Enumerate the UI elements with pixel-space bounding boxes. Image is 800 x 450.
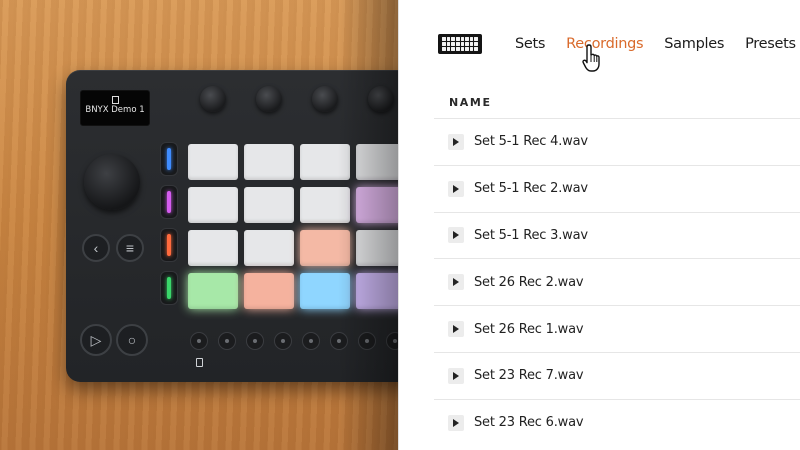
drum-pad [244,187,294,223]
scene-button [160,185,178,219]
nav-samples[interactable]: Samples [664,36,724,54]
recording-filename: Set 5-1 Rec 3.wav [474,227,588,243]
device-screen: BNYX Demo 1 [80,90,150,126]
main-encoder-knob [84,154,140,210]
drum-pad [244,273,294,309]
play-icon[interactable] [448,414,464,431]
recording-row[interactable]: Set 26 Rec 1.wav [434,305,800,352]
recording-row[interactable]: Set 5-1 Rec 4.wav [434,118,800,165]
scene-button [160,228,178,262]
play-icon[interactable] [448,321,464,338]
step-button [190,332,208,350]
step-button [330,332,348,350]
app-panel: Sets Recordings Samples Presets NAME Set… [398,0,800,450]
record-button-icon: ○ [116,324,148,356]
step-button [358,332,376,350]
document-icon [196,358,203,367]
play-icon[interactable] [448,274,464,291]
encoder-knob [200,86,226,112]
drum-pad [188,273,238,309]
drum-pad [300,273,350,309]
recording-filename: Set 23 Rec 6.wav [474,415,584,431]
play-icon[interactable] [448,180,464,197]
step-button [302,332,320,350]
desk-background: BNYX Demo 1 ‹ ≡ ▷ ○ [0,0,466,450]
drum-pad [300,144,350,180]
encoder-knob [256,86,282,112]
step-button [218,332,236,350]
encoder-knob [368,86,394,112]
step-button [274,332,292,350]
scene-button [160,271,178,305]
recording-row[interactable]: Set 23 Rec 6.wav [434,398,800,446]
device-logo-icon[interactable] [438,34,482,54]
drum-pad [244,144,294,180]
recording-filename: Set 5-1 Rec 4.wav [474,134,588,150]
play-icon[interactable] [448,133,464,150]
recording-filename: Set 5-1 Rec 2.wav [474,181,588,197]
recordings-list: Set 5-1 Rec 4.wav Set 5-1 Rec 2.wav Set 5-… [434,118,800,446]
back-button-icon: ‹ [82,234,110,262]
drum-pad [188,144,238,180]
recording-row[interactable]: Set 5-1 Rec 3.wav [434,211,800,259]
nav-sets[interactable]: Sets [515,36,545,54]
document-icon [111,96,119,104]
drum-pad [300,230,350,266]
drum-pad [188,187,238,223]
column-header-name[interactable]: NAME [449,96,492,109]
step-button [246,332,264,350]
nav-presets[interactable]: Presets [745,36,796,54]
main-nav: Sets Recordings Samples Presets [515,36,800,54]
encoder-knob [312,86,338,112]
device-screen-text: BNYX Demo 1 [85,105,145,115]
menu-button-icon: ≡ [116,234,144,262]
play-icon[interactable] [448,367,464,384]
recording-filename: Set 26 Rec 2.wav [474,274,584,290]
hand-cursor-icon [582,44,600,72]
play-icon[interactable] [448,227,464,244]
recording-row[interactable]: Set 23 Rec 7.wav [434,351,800,399]
recording-filename: Set 23 Rec 7.wav [474,368,584,384]
scene-button [160,142,178,176]
recording-row[interactable]: Set 26 Rec 2.wav [434,258,800,305]
drum-pad [188,230,238,266]
play-button-icon: ▷ [80,324,112,356]
drum-pad [300,187,350,223]
recording-row[interactable]: Set 5-1 Rec 2.wav [434,164,800,212]
drum-pad [244,230,294,266]
recording-filename: Set 26 Rec 1.wav [474,321,584,337]
